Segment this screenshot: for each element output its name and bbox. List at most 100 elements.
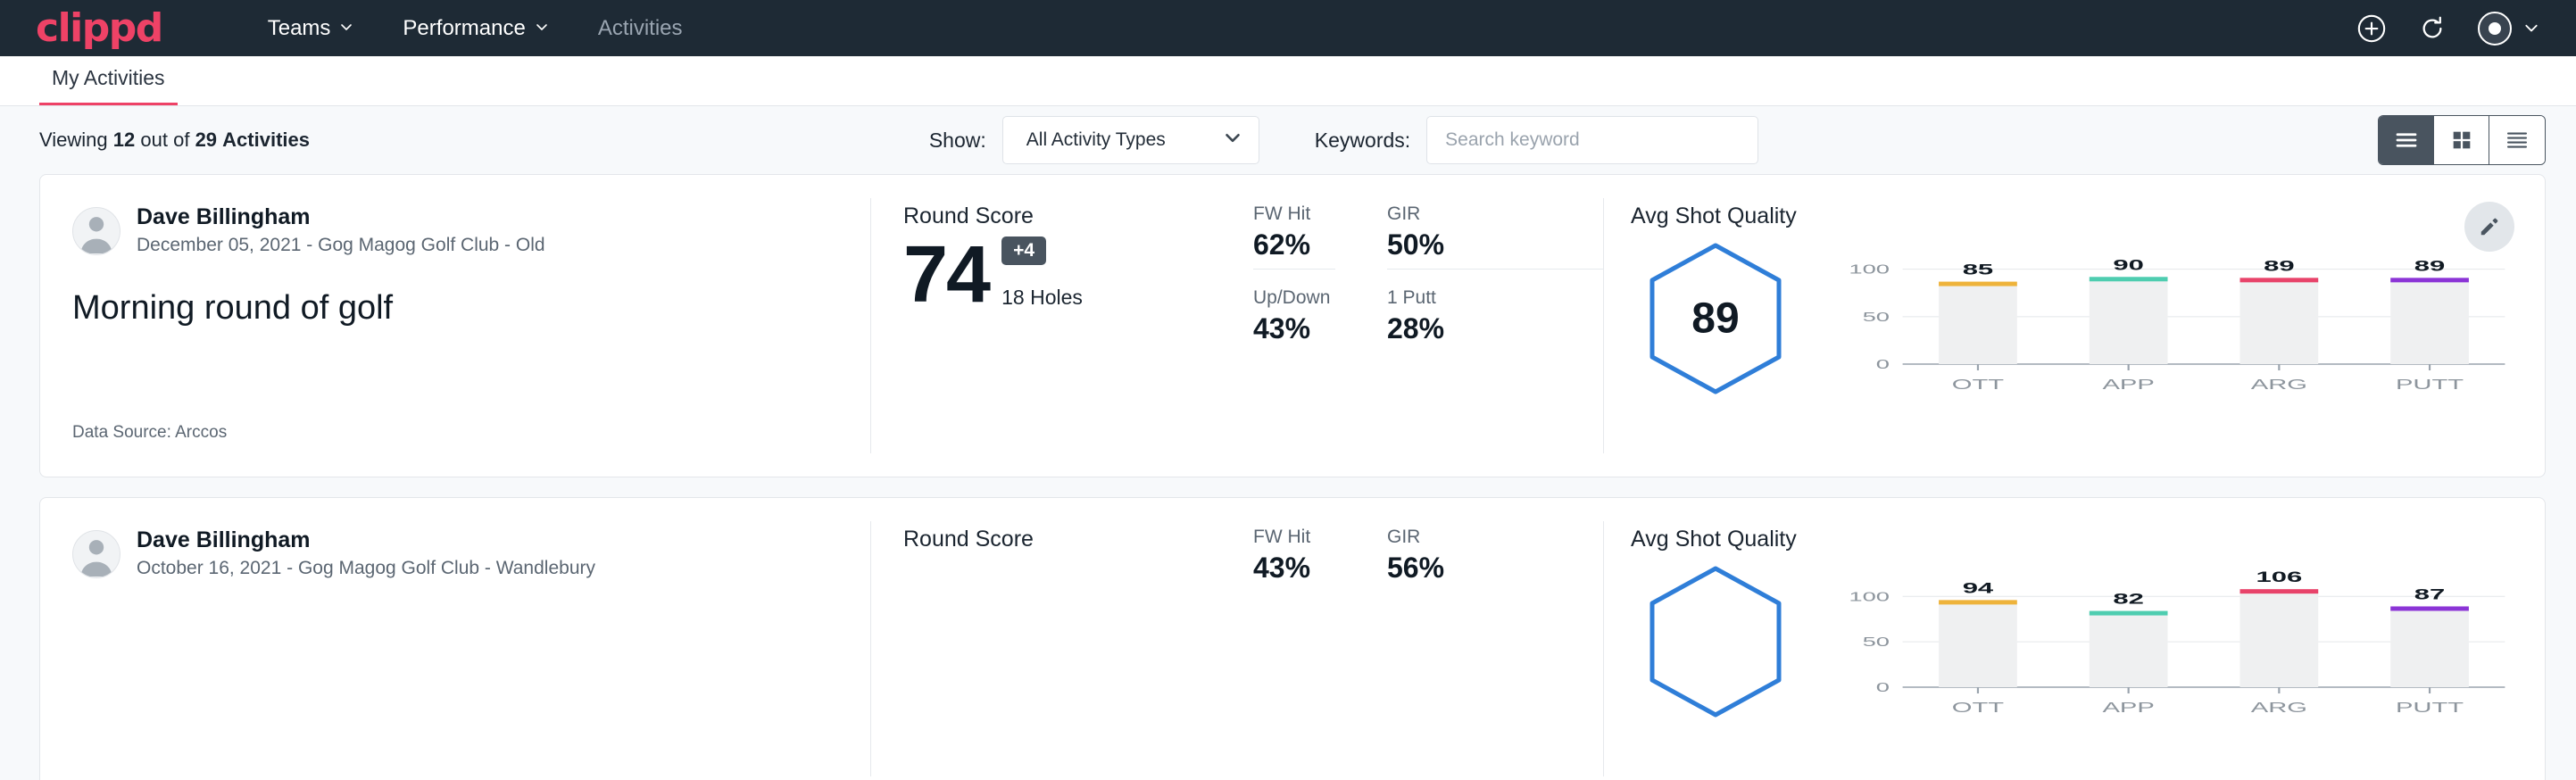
score-differential-badge: +4: [1001, 236, 1046, 265]
edit-activity-button[interactable]: [2464, 202, 2514, 252]
svg-text:100: 100: [1849, 261, 1890, 277]
activity-type-select-value: All Activity Types: [1026, 129, 1221, 151]
svg-text:85: 85: [1963, 261, 1994, 278]
activity-info: Dave Billingham October 16, 2021 - Gog M…: [40, 498, 870, 780]
chevron-down-icon: [2524, 21, 2537, 33]
shot-quality-section: Avg Shot Quality 05010094OTT82APP106ARG8…: [1604, 498, 2545, 780]
activity-user-name: Dave Billingham: [137, 203, 545, 231]
compact-view-button[interactable]: [2489, 116, 2545, 164]
avg-shot-quality-label: Avg Shot Quality: [1631, 527, 2545, 552]
nav-item-teams-label: Teams: [268, 16, 331, 41]
svg-text:82: 82: [2113, 591, 2143, 608]
shot-quality-hexagon: 89: [1631, 240, 1800, 397]
svg-text:0: 0: [1876, 679, 1890, 694]
stat-fw-hit: FW Hit 43%: [1253, 527, 1335, 592]
stat-up-down-label: Up/Down: [1253, 287, 1335, 309]
svg-text:87: 87: [2414, 586, 2445, 603]
add-icon[interactable]: [2356, 13, 2387, 44]
round-score-label: Round Score: [903, 203, 1228, 229]
activity-meta: October 16, 2021 - Gog Magog Golf Club -…: [137, 556, 595, 581]
shot-quality-chart: 05010094OTT82APP106ARG87PUTT: [1834, 563, 2545, 724]
stat-gir-label: GIR: [1387, 203, 1603, 225]
stat-gir: GIR 50%: [1387, 203, 1603, 270]
round-score-label: Round Score: [903, 527, 1228, 552]
activity-user: Dave Billingham October 16, 2021 - Gog M…: [72, 527, 870, 582]
grid-view-button[interactable]: [2434, 116, 2489, 164]
activity-type-select[interactable]: All Activity Types: [1002, 116, 1259, 164]
shot-quality-section: Avg Shot Quality 89 0 50 100 85 OTT 90 APP 89 AR…: [1604, 175, 2545, 477]
svg-text:PUTT: PUTT: [2396, 377, 2464, 393]
svg-text:APP: APP: [2102, 377, 2154, 393]
stat-up-down: Up/Down 43%: [1253, 287, 1335, 353]
avatar-menu[interactable]: [2478, 12, 2537, 46]
svg-text:90: 90: [2113, 256, 2143, 273]
activity-stats: FW Hit 62% GIR 50% Up/Down 43% 1 Putt 28…: [1228, 175, 1603, 477]
nav-item-activities[interactable]: Activities: [573, 16, 708, 41]
svg-text:0: 0: [1876, 356, 1890, 371]
svg-text:89: 89: [2414, 257, 2445, 274]
chevron-down-icon: [340, 21, 353, 33]
stat-fw-hit-value: 62%: [1253, 228, 1335, 261]
nav-item-performance-label: Performance: [403, 16, 525, 41]
view-mode-toggle-group: [2378, 115, 2546, 165]
round-score-section: Round Score 74 +4 18 Holes: [871, 175, 1228, 477]
avatar: [2478, 12, 2512, 46]
shot-quality-value: 89: [1691, 295, 1739, 344]
stat-fw-hit-label: FW Hit: [1253, 203, 1335, 225]
activity-card[interactable]: Dave Billingham October 16, 2021 - Gog M…: [39, 497, 2546, 780]
list-view-button[interactable]: [2379, 116, 2434, 164]
svg-text:OTT: OTT: [1952, 700, 2004, 716]
viewing-total: 29: [195, 129, 217, 151]
chevron-down-icon: [536, 21, 548, 33]
viewing-count: 12: [113, 129, 135, 151]
search-input[interactable]: [1426, 116, 1758, 164]
svg-text:ARG: ARG: [2251, 700, 2307, 716]
top-navigation-bar: clippd Teams Performance Activities: [0, 0, 2576, 56]
stat-gir-value: 56%: [1387, 552, 1603, 585]
svg-text:PUTT: PUTT: [2396, 700, 2464, 716]
svg-text:50: 50: [1863, 309, 1890, 324]
activity-user-name: Dave Billingham: [137, 527, 595, 554]
stat-gir-label: GIR: [1387, 527, 1603, 548]
svg-text:50: 50: [1863, 635, 1890, 650]
round-score-section: Round Score: [871, 498, 1228, 780]
keywords-filter: Keywords:: [1315, 116, 1758, 164]
activity-meta: December 05, 2021 - Gog Magog Golf Club …: [137, 233, 545, 258]
viewing-prefix: Viewing: [39, 129, 108, 151]
stat-one-putt-value: 28%: [1387, 312, 1603, 345]
stat-gir-value: 50%: [1387, 228, 1603, 261]
round-score-value: 74: [903, 237, 989, 314]
nav-item-teams[interactable]: Teams: [243, 16, 378, 41]
stat-fw-hit: FW Hit 62%: [1253, 203, 1335, 270]
show-label: Show:: [929, 129, 986, 153]
shot-quality-chart: 0 50 100 85 OTT 90 APP 89 ARG 89 PUTT: [1834, 240, 2545, 401]
stat-gir: GIR 56%: [1387, 527, 1603, 592]
svg-text:APP: APP: [2102, 700, 2154, 716]
avg-shot-quality-label: Avg Shot Quality: [1631, 203, 2545, 229]
activity-user: Dave Billingham December 05, 2021 - Gog …: [72, 203, 870, 259]
chevron-down-icon: [1221, 126, 1244, 154]
refresh-icon[interactable]: [2417, 13, 2447, 44]
filter-controls: Show: All Activity Types Keywords:: [929, 116, 1758, 164]
main-nav: Teams Performance Activities: [243, 16, 708, 41]
nav-item-performance[interactable]: Performance: [378, 16, 572, 41]
tab-my-activities-label: My Activities: [52, 66, 165, 89]
svg-text:106: 106: [2256, 568, 2302, 585]
activity-card[interactable]: Dave Billingham December 05, 2021 - Gog …: [39, 174, 2546, 477]
stat-fw-hit-label: FW Hit: [1253, 527, 1335, 548]
app-logo[interactable]: clippd: [36, 9, 162, 48]
viewing-middle: out of: [140, 129, 189, 151]
viewing-suffix: Activities: [222, 129, 310, 151]
shot-quality-hexagon: [1631, 563, 1800, 720]
filter-toolbar: Viewing 12 out of 29 Activities Show: Al…: [0, 106, 2576, 174]
activity-stats: FW Hit 43% GIR 56%: [1228, 498, 1603, 780]
user-avatar-icon: [72, 530, 120, 578]
tab-my-activities[interactable]: My Activities: [39, 66, 178, 105]
svg-text:ARG: ARG: [2251, 377, 2307, 393]
svg-text:OTT: OTT: [1952, 377, 2004, 393]
holes-count: 18 Holes: [1001, 286, 1083, 313]
activity-data-source: Data Source: Arccos: [72, 423, 227, 443]
activity-list: Dave Billingham December 05, 2021 - Gog …: [0, 174, 2576, 780]
nav-item-activities-label: Activities: [598, 16, 683, 41]
svg-text:89: 89: [2264, 257, 2294, 274]
